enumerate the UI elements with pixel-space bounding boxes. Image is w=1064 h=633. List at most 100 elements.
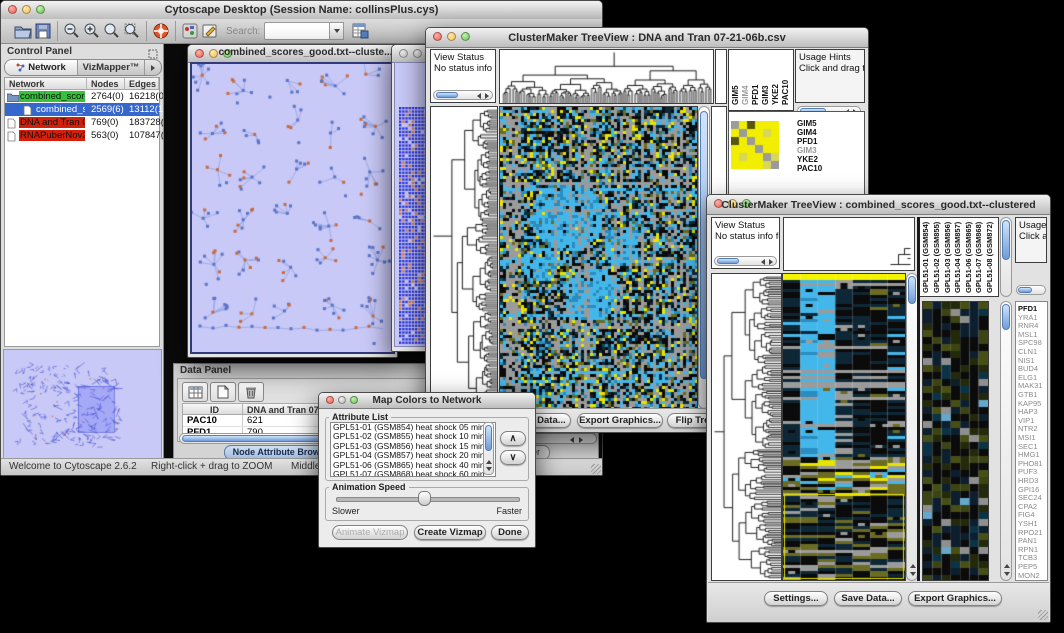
- scrollbar-thumb[interactable]: [1002, 220, 1010, 260]
- scrollbar-thumb[interactable]: [1002, 304, 1010, 330]
- tv1-global-heatmap[interactable]: [500, 107, 697, 408]
- tv-button-settings[interactable]: Settings...: [764, 591, 828, 606]
- zoom-fit-icon[interactable]: [102, 21, 122, 41]
- scroll-down-icon[interactable]: [1004, 572, 1010, 576]
- help-lifering-icon[interactable]: [151, 21, 171, 41]
- close-button[interactable]: [195, 49, 204, 58]
- tv1-heatmap-panel[interactable]: [499, 106, 698, 409]
- scroll-left-icon[interactable]: [477, 93, 481, 99]
- tv1-array-dendrogram-panel[interactable]: [499, 49, 714, 104]
- network-tree-row[interactable]: combined_sco2569(6)13112(15): [5, 103, 159, 116]
- scrollbar-thumb[interactable]: [182, 435, 332, 442]
- zoom-selected-icon[interactable]: [122, 21, 142, 41]
- minimize-button[interactable]: [209, 49, 218, 58]
- birdseye-canvas[interactable]: [4, 350, 161, 458]
- scrollbar-thumb[interactable]: [436, 92, 458, 98]
- tv1-gene-dendrogram[interactable]: [431, 107, 497, 408]
- delete-attribute-button[interactable]: [238, 382, 264, 402]
- col-header[interactable]: ID: [183, 404, 243, 415]
- close-button[interactable]: [399, 49, 408, 58]
- col-header-nodes[interactable]: Nodes: [87, 78, 125, 90]
- scroll-right-icon[interactable]: [485, 93, 489, 99]
- attribute-browser-icon[interactable]: [350, 21, 370, 41]
- attribute-list-item[interactable]: GPL51-07 (GSM868) heat shock 60 min: [331, 470, 495, 477]
- tv2-hints-scrollbar[interactable]: [1016, 285, 1046, 295]
- scrollbar-thumb[interactable]: [908, 276, 916, 304]
- scroll-up-icon[interactable]: [486, 460, 492, 464]
- open-file-icon[interactable]: [13, 21, 33, 41]
- tv1-status-scrollbar[interactable]: [433, 90, 493, 100]
- scroll-up-icon[interactable]: [1004, 564, 1010, 568]
- tv2-array-dendrogram-panel[interactable]: [783, 217, 915, 271]
- network-tree-row[interactable]: RNAPuberNov2+|563(0)107847(0): [5, 129, 159, 142]
- done-button[interactable]: Done: [491, 525, 529, 540]
- tv2-gene-dendrogram-panel[interactable]: [711, 273, 782, 581]
- tv-button-export-graphics[interactable]: Export Graphics...: [577, 413, 663, 428]
- tv-button-export-graphics[interactable]: Export Graphics...: [908, 591, 1002, 606]
- dialog-title-bar[interactable]: Map Colors to Network: [319, 393, 535, 409]
- view-status-text: No status info for: [712, 231, 779, 242]
- tv2-status-scrollbar[interactable]: [714, 256, 777, 266]
- tab-vizmapper[interactable]: VizMapper™: [78, 60, 145, 75]
- tv2-zoom-panel[interactable]: [922, 301, 989, 581]
- search-input[interactable]: [264, 22, 330, 40]
- attribute-list[interactable]: GPL51-01 (GSM854) heat shock 05 minGPL51…: [330, 422, 496, 477]
- scroll-left-icon[interactable]: [761, 259, 765, 265]
- annotation-icon[interactable]: [200, 21, 220, 41]
- tab-network[interactable]: Network: [5, 60, 78, 75]
- tv2-gene-dendrogram[interactable]: [712, 274, 781, 580]
- col-header-network[interactable]: Network: [5, 78, 87, 90]
- resize-grip[interactable]: [1038, 610, 1048, 620]
- scrollbar-thumb[interactable]: [1018, 287, 1032, 293]
- tv2-heatmap-panel[interactable]: [782, 273, 906, 581]
- network-table-header: Network Nodes Edges: [5, 78, 159, 90]
- tv2-zoom-heatmap[interactable]: [923, 302, 988, 580]
- scroll-down-icon[interactable]: [910, 572, 916, 576]
- scroll-right-icon[interactable]: [579, 437, 583, 443]
- save-icon[interactable]: [33, 21, 53, 41]
- select-attributes-button[interactable]: [182, 382, 208, 402]
- tv-button-save-data[interactable]: Save Data...: [834, 591, 902, 606]
- tv2-zoom-scrollbar[interactable]: [1000, 301, 1012, 581]
- tv1-array-dendrogram[interactable]: [500, 50, 713, 103]
- zoom-in-icon[interactable]: [82, 21, 102, 41]
- tv2-divider[interactable]: [917, 217, 920, 581]
- speed-slider-thumb[interactable]: [418, 491, 431, 506]
- scroll-left-icon[interactable]: [570, 437, 574, 443]
- create-vizmap-button[interactable]: Create Vizmap: [414, 525, 486, 540]
- main-title-bar[interactable]: Cytoscape Desktop (Session Name: collins…: [1, 1, 602, 20]
- scroll-up-icon[interactable]: [910, 564, 916, 568]
- network-edges: 16218(0): [129, 91, 163, 102]
- attribute-list-scrollbar[interactable]: [483, 422, 494, 475]
- tab-overflow-button[interactable]: [145, 60, 161, 75]
- tv1-zoom-heatmap[interactable]: [731, 121, 779, 169]
- treeview2-title-bar[interactable]: ClusterMaker TreeView : combined_scores_…: [707, 195, 1050, 215]
- tv2-global-heatmap[interactable]: [783, 274, 905, 580]
- treeview1-title-bar[interactable]: ClusterMaker TreeView : DNA and Tran 07-…: [426, 28, 868, 48]
- move-down-button[interactable]: ∨: [500, 450, 526, 465]
- tv2-labels-scrollbar[interactable]: [1000, 217, 1012, 297]
- animate-vizmap-button[interactable]: Animate Vizmap: [332, 525, 408, 540]
- new-attribute-button[interactable]: [210, 382, 236, 402]
- control-panel: Control Panel Network VizMapper™ Network…: [1, 44, 164, 459]
- search-dropdown-button[interactable]: [330, 22, 344, 40]
- view-status-title: View Status: [431, 50, 495, 63]
- network1-canvas[interactable]: [192, 64, 393, 352]
- minimize-button[interactable]: [413, 49, 422, 58]
- network-tree-row[interactable]: combined_scores_2764(0)16218(0): [5, 90, 159, 103]
- resize-grip[interactable]: [591, 464, 601, 474]
- tv2-array-dendrogram[interactable]: [888, 246, 912, 268]
- scroll-down-icon[interactable]: [486, 467, 492, 471]
- scrollbar-thumb[interactable]: [485, 425, 492, 451]
- scrollbar-thumb[interactable]: [717, 258, 739, 264]
- scroll-right-icon[interactable]: [769, 259, 773, 265]
- network-tree-row[interactable]: DNA and Tran 07769(0)183728(0): [5, 116, 159, 129]
- network1-title-bar[interactable]: combined_scores_good.txt--cluste...: [188, 45, 397, 63]
- vizmap-plugin-icon[interactable]: [180, 21, 200, 41]
- birdseye-view[interactable]: [3, 349, 162, 459]
- col-header-edges[interactable]: Edges: [125, 78, 159, 90]
- network1-view[interactable]: [190, 62, 395, 354]
- tv1-gene-dendrogram-panel[interactable]: [430, 106, 498, 409]
- zoom-out-icon[interactable]: [62, 21, 82, 41]
- move-up-button[interactable]: ∧: [500, 431, 526, 446]
